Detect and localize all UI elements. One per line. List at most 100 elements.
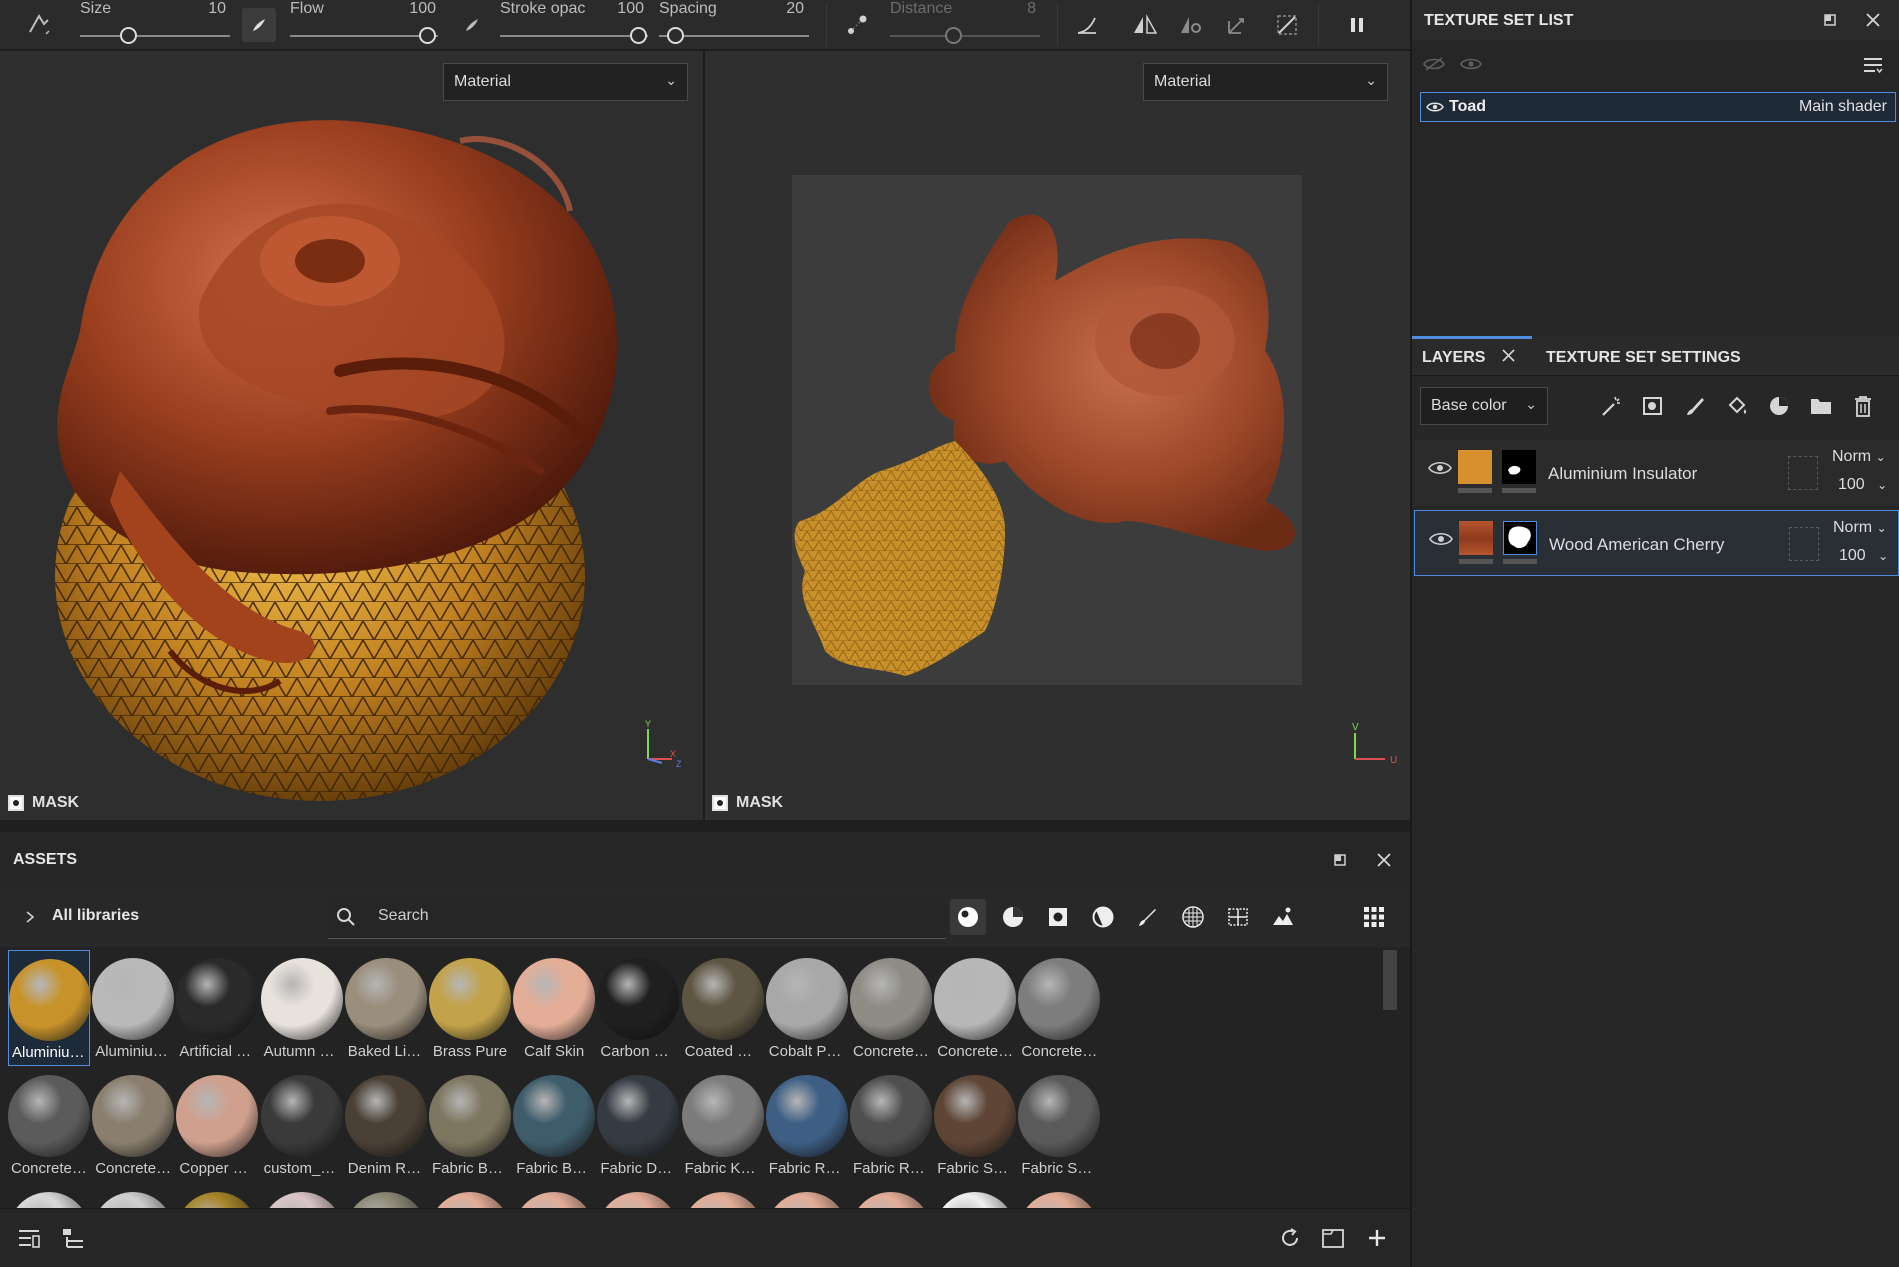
symmetry-icon[interactable] [1128, 8, 1162, 42]
blend-mode-dropdown[interactable]: Norm ⌄ [1833, 519, 1887, 537]
search-bar[interactable]: Search [328, 895, 946, 939]
flow-value[interactable]: 100 [396, 0, 436, 18]
brush-preset-icon[interactable] [22, 8, 56, 42]
stroke-opacity-icon[interactable] [455, 8, 489, 42]
asset-tile[interactable]: Baked Ligh... [344, 950, 427, 1066]
query-list-icon[interactable] [60, 1225, 86, 1251]
delete-layer-icon[interactable] [1849, 392, 1877, 420]
asset-tile[interactable]: Coated Me... [681, 950, 764, 1066]
stroke-opacity-slider-knob[interactable] [630, 27, 647, 44]
pause-icon[interactable] [1340, 8, 1374, 42]
stroke-opacity-value[interactable]: 100 [604, 0, 644, 18]
material-preview-sphere[interactable] [8, 1192, 90, 1208]
close-icon[interactable] [1861, 8, 1885, 32]
filter-textures-icon[interactable] [1175, 899, 1211, 935]
add-folder-icon[interactable] [1807, 392, 1835, 420]
asset-tile[interactable]: Carbon Fib... [597, 950, 680, 1066]
eye-icon[interactable] [1425, 98, 1445, 116]
filter-filters-icon[interactable] [1220, 899, 1256, 935]
symmetry-settings-icon[interactable] [1174, 8, 1208, 42]
asset-tile[interactable]: Concrete ... [1018, 950, 1101, 1066]
3d-viewport[interactable]: Material ⌄ Y X Z MASK [0, 51, 703, 820]
flow-slider-track[interactable] [290, 35, 438, 37]
new-library-icon[interactable] [1320, 1225, 1346, 1251]
flow-brush-icon[interactable] [242, 8, 276, 42]
filter-list-icon[interactable] [16, 1225, 42, 1251]
asset-tile[interactable]: Aluminium... [92, 950, 175, 1066]
stroke-opacity-slider-track[interactable] [500, 35, 648, 37]
layer-mask-slot[interactable] [1788, 456, 1818, 490]
uv-mask-toggle[interactable]: MASK [712, 794, 783, 812]
asset-tile[interactable]: Fabric Bas... [513, 1067, 596, 1183]
3d-mask-toggle[interactable]: MASK [8, 794, 79, 812]
pressure-curve-icon[interactable] [1070, 8, 1104, 42]
eye-hidden-icon[interactable] [1422, 52, 1446, 76]
layer-row[interactable]: Wood American Cherry Norm ⌄ 100 ⌄ [1414, 510, 1899, 576]
asset-tile[interactable]: Denim Rivet [344, 1067, 427, 1183]
asset-tile[interactable]: Cobalt Pure [765, 950, 848, 1066]
search-input[interactable]: Search [378, 907, 429, 925]
material-preview-sphere[interactable] [1018, 1192, 1101, 1208]
add-effect-icon[interactable] [1597, 392, 1625, 420]
asset-tile[interactable]: custom_sti... [260, 1067, 343, 1183]
add-icon[interactable] [1364, 1225, 1390, 1251]
lazy-mouse-icon[interactable] [840, 8, 874, 42]
asset-tile[interactable]: Aluminium... [8, 950, 91, 1066]
opacity-dropdown[interactable]: 100 ⌄ [1838, 476, 1887, 494]
material-preview-sphere[interactable] [513, 1192, 596, 1208]
material-preview-sphere[interactable] [934, 1192, 1017, 1208]
asset-tile[interactable]: Concrete S... [8, 1067, 90, 1183]
asset-tile[interactable]: Copper Pure [176, 1067, 259, 1183]
tab-layers[interactable]: LAYERS [1412, 336, 1532, 376]
filter-brushes-icon[interactable] [1130, 899, 1166, 935]
menu-icon[interactable] [1860, 52, 1886, 78]
spacing-slider-knob[interactable] [667, 27, 684, 44]
maximize-icon[interactable] [1820, 10, 1840, 30]
asset-grid-scrollbar[interactable] [1383, 950, 1397, 1010]
transform-icon[interactable] [1220, 8, 1254, 42]
opacity-dropdown[interactable]: 100 ⌄ [1839, 547, 1888, 565]
grid-view-icon[interactable] [1356, 899, 1392, 935]
add-smart-material-icon[interactable] [1765, 392, 1793, 420]
asset-tile[interactable]: Concrete C... [934, 950, 1017, 1066]
close-icon[interactable] [1502, 349, 1515, 367]
asset-tile[interactable]: Fabric Den... [597, 1067, 680, 1183]
texture-set-item[interactable]: Toad Main shader [1420, 92, 1896, 122]
refresh-icon[interactable] [1277, 1225, 1303, 1251]
layer-mask-slot[interactable] [1789, 527, 1819, 561]
asset-tile[interactable]: Calf Skin [513, 950, 596, 1066]
3d-channel-dropdown[interactable]: Material ⌄ [443, 63, 688, 101]
tab-texture-set-settings[interactable]: TEXTURE SET SETTINGS [1536, 336, 1751, 376]
material-preview-sphere[interactable] [260, 1192, 343, 1208]
layer-mask-thumbnail[interactable] [1502, 450, 1536, 484]
flow-slider-knob[interactable] [419, 27, 436, 44]
asset-tile[interactable]: Fabric Soft... [934, 1067, 1017, 1183]
asset-tile[interactable]: Fabric Rou... [765, 1067, 848, 1183]
material-preview-sphere[interactable] [681, 1192, 764, 1208]
eye-icon[interactable] [1429, 531, 1453, 552]
filter-procedurals-icon[interactable] [1085, 899, 1121, 935]
channel-dropdown[interactable]: Base color ⌄ [1420, 387, 1548, 425]
spacing-value[interactable]: 20 [764, 0, 804, 18]
size-slider-knob[interactable] [120, 27, 137, 44]
maximize-icon[interactable] [1330, 850, 1350, 870]
material-preview-sphere[interactable] [429, 1192, 511, 1208]
blend-mode-dropdown[interactable]: Norm ⌄ [1832, 448, 1886, 466]
all-libraries-link[interactable]: All libraries [52, 907, 139, 925]
size-value[interactable]: 10 [186, 0, 226, 18]
asset-tile[interactable]: Brass Pure [429, 950, 511, 1066]
asset-tile[interactable]: Concrete S... [92, 1067, 175, 1183]
add-mask-icon[interactable] [1639, 392, 1667, 420]
chevron-right-icon[interactable] [22, 907, 38, 927]
asset-tile[interactable]: Fabric Suit ... [1018, 1067, 1101, 1183]
asset-tile[interactable]: Fabric Rou... [850, 1067, 932, 1183]
uv-viewport[interactable]: Material ⌄ V U MASK [705, 51, 1410, 820]
filter-masks-icon[interactable] [1040, 899, 1076, 935]
asset-tile[interactable]: Concrete B... [850, 950, 932, 1066]
material-preview-sphere[interactable] [344, 1192, 427, 1208]
eye-icon[interactable] [1459, 52, 1483, 76]
filter-environments-icon[interactable] [1265, 899, 1301, 935]
size-slider-track[interactable] [80, 35, 230, 37]
add-paint-layer-icon[interactable] [1681, 392, 1709, 420]
material-preview-sphere[interactable] [176, 1192, 259, 1208]
